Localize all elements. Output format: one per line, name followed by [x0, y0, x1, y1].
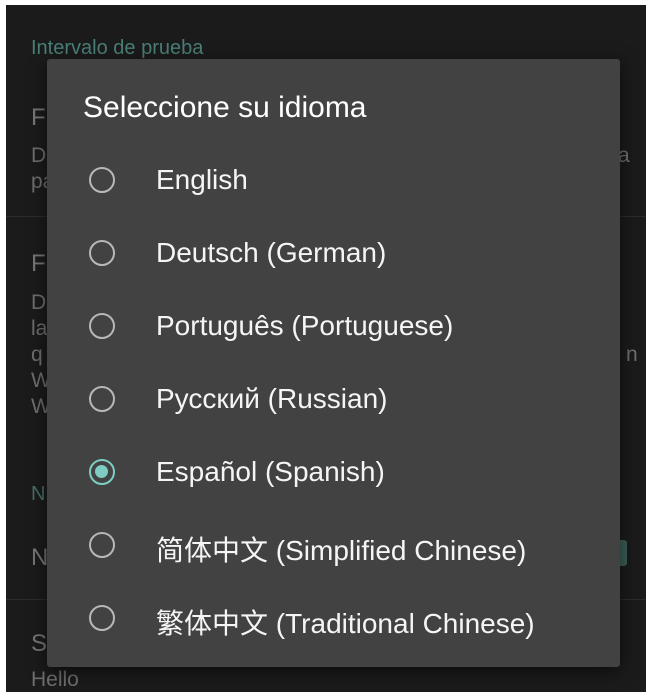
language-option-label: Español (Spanish) — [156, 456, 385, 487]
setting-description: D — [31, 291, 47, 314]
setting-description: D — [31, 144, 47, 167]
language-option-label: Deutsch (German) — [156, 237, 387, 268]
setting-description: q — [31, 343, 43, 366]
radio-button[interactable] — [89, 386, 115, 412]
section-header-test-interval: Intervalo de prueba — [31, 37, 204, 59]
radio-button[interactable] — [89, 313, 115, 339]
radio-button[interactable] — [89, 240, 115, 266]
setting-title[interactable]: S — [31, 631, 47, 657]
setting-description-tail: n — [626, 343, 638, 366]
language-option[interactable]: English — [47, 145, 620, 218]
language-option[interactable]: Русский (Russian) — [47, 364, 620, 437]
language-option-label: Русский (Russian) — [156, 383, 388, 414]
setting-title[interactable]: F — [31, 105, 46, 131]
language-option[interactable]: 繁体中文 (Traditional Chinese) — [47, 583, 620, 656]
dialog-title: Seleccione su idioma — [83, 91, 367, 124]
language-option[interactable]: 简体中文 (Simplified Chinese) — [47, 510, 620, 583]
setting-description: la — [31, 317, 48, 340]
setting-subtitle: Hello — [31, 668, 79, 691]
language-option-label: Português (Portuguese) — [156, 310, 454, 341]
language-dialog: Seleccione su idioma English Deutsch (Ger… — [47, 59, 620, 667]
language-option[interactable]: Deutsch (German) — [47, 218, 620, 291]
setting-title[interactable]: F — [31, 251, 46, 277]
setting-title[interactable]: N — [31, 545, 48, 571]
section-header: N — [31, 483, 46, 505]
radio-button-checked[interactable] — [89, 459, 115, 485]
radio-button[interactable] — [89, 605, 115, 631]
language-option[interactable]: Português (Portuguese) — [47, 291, 620, 364]
radio-button[interactable] — [89, 532, 115, 558]
radio-button[interactable] — [89, 167, 115, 193]
language-option-label: 繁体中文 (Traditional Chinese) — [156, 608, 535, 639]
language-option[interactable]: Español (Spanish) — [47, 437, 620, 510]
language-option-label: 简体中文 (Simplified Chinese) — [156, 535, 527, 566]
language-option-label: English — [156, 164, 248, 195]
language-option-list: English Deutsch (German) Português (Portug… — [47, 145, 620, 656]
